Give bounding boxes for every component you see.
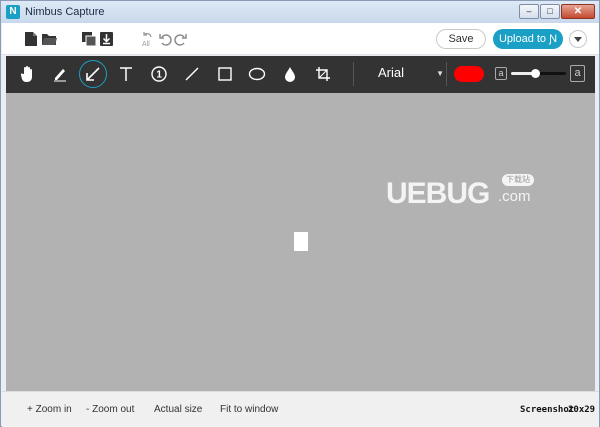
drawing-toolbar: 1 Arial ▼ a a	[6, 56, 595, 93]
clear-all-icon[interactable]: All	[139, 30, 157, 48]
actual-size-button[interactable]: Actual size	[154, 404, 202, 415]
app-logo-icon: N	[6, 5, 20, 19]
blur-tool-icon[interactable]	[278, 62, 302, 86]
svg-text:1: 1	[156, 70, 162, 81]
open-folder-icon[interactable]	[40, 30, 58, 48]
redo-icon[interactable]	[172, 30, 190, 48]
screenshot-preview[interactable]	[294, 232, 308, 251]
crop-tool-icon[interactable]	[311, 62, 335, 86]
screenshot-label: Screenshot	[520, 405, 575, 415]
zoom-in-button[interactable]: + Zoom in	[27, 404, 72, 415]
ellipse-tool-icon[interactable]	[245, 62, 269, 86]
font-select-value: Arial	[378, 65, 405, 80]
zoom-out-button[interactable]: - Zoom out	[86, 404, 134, 415]
watermark: UEBUG .com 下载站	[386, 174, 546, 210]
window-controls: – □ ✕	[518, 4, 595, 19]
close-icon: ✕	[573, 5, 583, 17]
toolbar-divider	[446, 62, 447, 86]
top-toolbar: All Save Upload to Ɲ	[2, 23, 599, 55]
chevron-down-icon	[574, 36, 582, 42]
rectangle-tool-icon[interactable]	[213, 62, 237, 86]
watermark-suffix: .com	[498, 188, 531, 205]
fit-to-window-button[interactable]: Fit to window	[220, 404, 278, 415]
arrow-tool-icon[interactable]	[79, 60, 107, 88]
line-tool-icon[interactable]	[180, 62, 204, 86]
upload-button[interactable]: Upload to Ɲ	[493, 29, 563, 49]
copy-icon[interactable]	[80, 30, 98, 48]
upload-options-button[interactable]	[569, 30, 587, 48]
chevron-down-icon: ▼	[436, 69, 444, 78]
close-button[interactable]: ✕	[561, 4, 595, 19]
line-width-slider[interactable]	[511, 69, 566, 78]
save-button[interactable]: Save	[436, 29, 486, 49]
font-select[interactable]: Arial ▼	[378, 65, 444, 83]
download-icon[interactable]	[97, 30, 115, 48]
new-file-icon[interactable]	[22, 30, 40, 48]
window-title: Nimbus Capture	[25, 6, 105, 18]
size-large-icon[interactable]: a	[570, 65, 585, 82]
screenshot-dimensions: 20x29	[568, 405, 596, 415]
number-tool-icon[interactable]: 1	[147, 62, 171, 86]
minimize-button[interactable]: –	[519, 4, 539, 19]
slider-thumb[interactable]	[531, 69, 541, 78]
size-small-icon[interactable]: a	[495, 67, 507, 80]
app-window: N Nimbus Capture – □ ✕ All Save Upload t…	[0, 0, 600, 427]
hand-tool-icon[interactable]	[16, 62, 40, 86]
color-picker[interactable]	[454, 66, 484, 82]
toolbar-divider	[353, 62, 354, 86]
minimize-icon: –	[526, 6, 532, 16]
editor-canvas[interactable]: UEBUG .com 下载站	[6, 93, 595, 391]
svg-text:All: All	[142, 41, 150, 47]
title-bar: N Nimbus Capture – □ ✕	[1, 1, 599, 23]
watermark-text: UEBUG	[386, 177, 490, 210]
status-bar: + Zoom in - Zoom out Actual size Fit to …	[2, 391, 599, 427]
watermark-badge: 下载站	[502, 174, 534, 186]
text-tool-icon[interactable]	[114, 62, 138, 86]
pen-tool-icon[interactable]	[48, 62, 72, 86]
maximize-button[interactable]: □	[540, 4, 560, 19]
maximize-icon: □	[547, 6, 553, 16]
